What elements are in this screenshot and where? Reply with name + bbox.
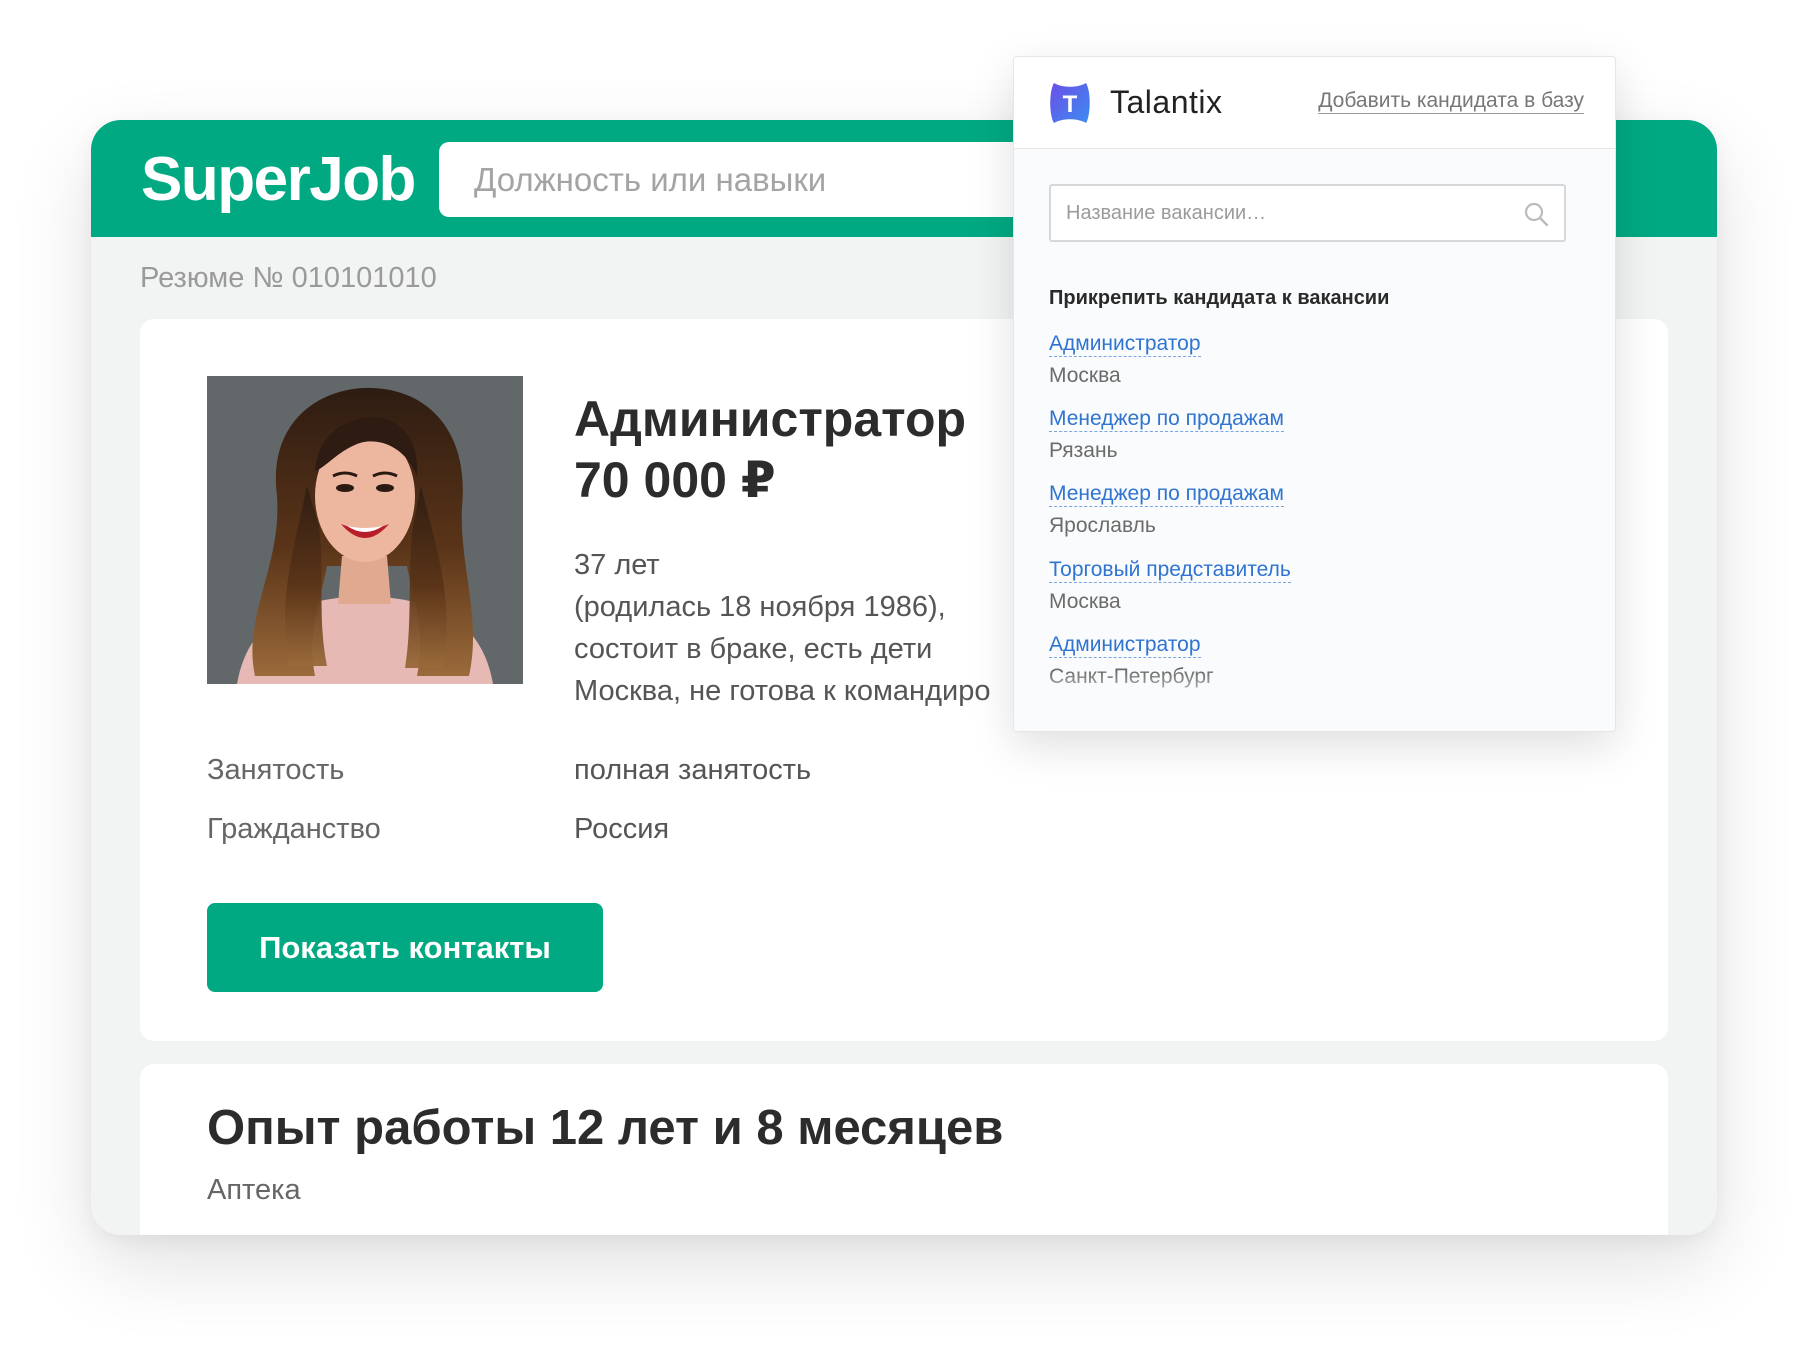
vacancy-item: Торговый представитель Москва [1049, 558, 1291, 614]
vacancy-city: Санкт-Петербург [1049, 665, 1214, 688]
candidate-age: 37 лет [574, 549, 660, 581]
talantix-popup: T Talantix Добавить кандидата в базу При… [1013, 56, 1616, 732]
employment-label: Занятость [207, 754, 345, 786]
vacancy-city: Москва [1049, 364, 1121, 387]
vacancy-search-box[interactable] [1049, 184, 1566, 242]
vacancy-city: Москва [1049, 590, 1121, 613]
vacancy-item: Менеджер по продажам Ярославль [1049, 482, 1284, 538]
vacancy-item: Администратор Санкт-Петербург [1049, 633, 1214, 689]
vacancy-link[interactable]: Менеджер по продажам [1049, 482, 1284, 507]
candidate-photo [207, 376, 523, 684]
attach-to-vacancy-title: Прикрепить кандидата к вакансии [1049, 287, 1390, 309]
resume-title: Администратор [574, 391, 967, 447]
resume-number: Резюме № 010101010 [140, 262, 437, 294]
superjob-logo[interactable]: SuperJob [141, 144, 416, 215]
candidate-family-status: состоит в браке, есть дети [574, 633, 933, 665]
citizenship-label: Гражданство [207, 813, 381, 845]
vacancy-search-input[interactable] [1051, 186, 1564, 240]
vacancy-link[interactable]: Менеджер по продажам [1049, 407, 1284, 432]
add-candidate-link[interactable]: Добавить кандидата в базу [1318, 89, 1584, 114]
talantix-body: Прикрепить кандидата к вакансии Админист… [1014, 149, 1615, 731]
vacancy-item: Менеджер по продажам Рязань [1049, 407, 1284, 463]
citizenship-value: Россия [574, 813, 670, 845]
vacancy-link[interactable]: Администратор [1049, 332, 1201, 357]
candidate-photo-image [207, 376, 523, 684]
vacancy-item: Администратор Москва [1049, 332, 1201, 388]
experience-company: Аптека [207, 1174, 301, 1206]
resume-salary: 70 000 ₽ [574, 452, 776, 508]
vacancy-link[interactable]: Администратор [1049, 633, 1201, 658]
experience-title: Опыт работы 12 лет и 8 месяцев [207, 1101, 1004, 1155]
talantix-brand-name: Talantix [1110, 84, 1223, 120]
candidate-birthdate: (родилась 18 ноября 1986), [574, 591, 946, 623]
employment-value: полная занятость [574, 754, 812, 786]
talantix-logo-icon: T [1050, 83, 1090, 123]
experience-card: Опыт работы 12 лет и 8 месяцев Аптека [140, 1064, 1668, 1235]
vacancy-link[interactable]: Торговый представитель [1049, 558, 1291, 583]
talantix-header: T Talantix Добавить кандидата в базу [1014, 57, 1615, 149]
vacancy-city: Рязань [1049, 439, 1118, 462]
talantix-logo-letter: T [1063, 91, 1078, 118]
screenshot-stage: SuperJob Резюме № 010101010 [0, 0, 1797, 1345]
search-icon[interactable] [1522, 200, 1550, 228]
vacancy-city: Ярославль [1049, 514, 1156, 537]
show-contacts-button[interactable]: Показать контакты [207, 903, 603, 992]
